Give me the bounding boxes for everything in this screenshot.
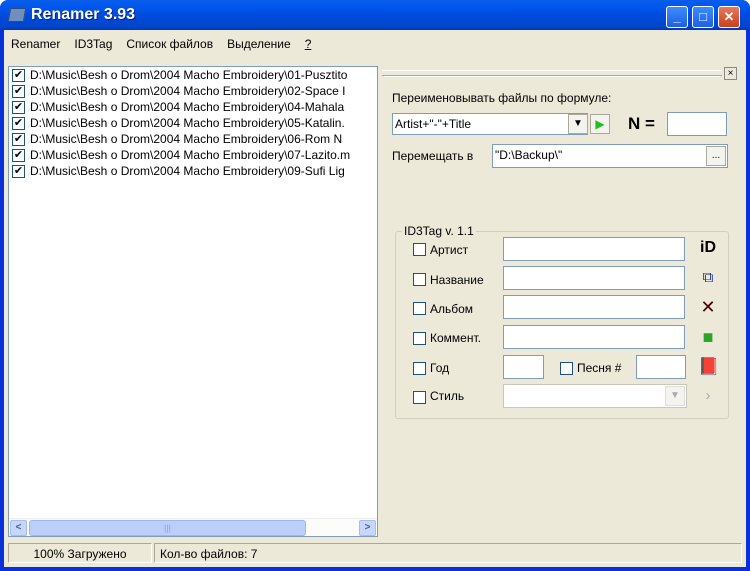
comment-label: Коммент. (430, 331, 481, 345)
year-input[interactable] (503, 355, 544, 379)
formula-combobox[interactable]: Artist+"-"+Title (392, 113, 588, 135)
scroll-thumb[interactable]: ||| (29, 520, 306, 536)
n-label: N = (628, 114, 655, 133)
list-item[interactable]: ✔ D:\Music\Besh o Drom\2004 Macho Embroid… (9, 99, 377, 115)
checkbox-checked[interactable]: ✔ (12, 100, 25, 114)
file-path: D:\Music\Besh o Drom\2004 Macho Embroide… (30, 84, 346, 98)
dropdown-arrow-icon[interactable]: ▼ (568, 114, 588, 134)
menu-bar: Renamer ID3Tag Список файлов Выделение ? (4, 34, 318, 54)
file-path: D:\Music\Besh o Drom\2004 Macho Embroide… (30, 164, 345, 178)
checkbox-checked[interactable]: ✔ (12, 132, 25, 146)
checkbox-checked[interactable]: ✔ (12, 68, 25, 82)
formula-label: Переименовывать файлы по формуле: (392, 91, 612, 105)
maximize-button[interactable]: □ (692, 6, 714, 28)
genre-checkbox[interactable] (413, 391, 426, 404)
list-item[interactable]: ✔ D:\Music\Besh o Drom\2004 Macho Embroid… (9, 115, 377, 131)
list-item[interactable]: ✔ D:\Music\Besh o Drom\2004 Macho Embroid… (9, 67, 377, 83)
file-list[interactable]: ✔ D:\Music\Besh o Drom\2004 Macho Embroid… (8, 66, 378, 537)
close-button[interactable]: ✕ (718, 6, 740, 28)
list-item[interactable]: ✔ D:\Music\Besh o Drom\2004 Macho Embroid… (9, 131, 377, 147)
play-icon[interactable]: ▶ (590, 114, 610, 134)
album-checkbox[interactable] (413, 302, 426, 315)
artist-input[interactable] (503, 237, 685, 261)
track-label: Песня # (577, 361, 622, 375)
list-item[interactable]: ✔ D:\Music\Besh o Drom\2004 Macho Embroid… (9, 147, 377, 163)
title-checkbox[interactable] (413, 273, 426, 286)
file-path: D:\Music\Besh o Drom\2004 Macho Embroide… (30, 132, 343, 146)
file-path: D:\Music\Besh o Drom\2004 Macho Embroide… (30, 116, 345, 130)
move-path-value: "D:\Backup\" (495, 148, 563, 162)
title-input[interactable] (503, 266, 685, 290)
checkbox-checked[interactable]: ✔ (12, 148, 25, 162)
album-input[interactable] (503, 295, 685, 319)
menu-help[interactable]: ? (298, 34, 319, 54)
client-area: Renamer ID3Tag Список файлов Выделение ?… (4, 30, 746, 567)
app-icon (7, 8, 27, 22)
genre-select[interactable] (503, 384, 687, 408)
genre-dropdown-icon[interactable]: ▼ (665, 386, 685, 406)
comment-checkbox[interactable] (413, 332, 426, 345)
id3tag-legend: ID3Tag v. 1.1 (404, 224, 474, 238)
move-path-input[interactable]: "D:\Backup\" (492, 144, 728, 168)
app-window: Renamer 3.93 _ □ ✕ Renamer ID3Tag Список… (0, 0, 750, 571)
horizontal-scrollbar[interactable]: < ||| > (9, 518, 377, 536)
list-item[interactable]: ✔ D:\Music\Besh o Drom\2004 Macho Embroid… (9, 163, 377, 179)
book-icon[interactable]: 📕 (698, 357, 719, 377)
file-path: D:\Music\Besh o Drom\2004 Macho Embroide… (30, 68, 348, 82)
move-label: Перемещать в (392, 149, 474, 163)
artist-checkbox[interactable] (413, 243, 426, 256)
browse-button[interactable]: ... (706, 146, 726, 166)
menu-id3tag[interactable]: ID3Tag (67, 34, 119, 54)
checkbox-checked[interactable]: ✔ (12, 164, 25, 178)
year-checkbox[interactable] (413, 362, 426, 375)
track-checkbox[interactable] (560, 362, 573, 375)
formula-value: Artist+"-"+Title (395, 117, 472, 131)
checkbox-checked[interactable]: ✔ (12, 116, 25, 130)
panel-grip[interactable] (382, 70, 722, 76)
id3-logo-icon[interactable]: iD (698, 238, 718, 258)
title-label: Название (430, 273, 484, 287)
window-title: Renamer 3.93 (31, 6, 136, 23)
status-bar: 100% Загружено Кол-во файлов: 7 (4, 541, 746, 565)
genre-label: Стиль (430, 389, 465, 403)
album-label: Альбом (430, 302, 474, 316)
file-path: D:\Music\Besh o Drom\2004 Macho Embroide… (30, 100, 345, 114)
status-loaded: 100% Загружено (8, 543, 152, 563)
n-input[interactable] (667, 112, 727, 136)
menu-renamer[interactable]: Renamer (4, 34, 67, 54)
panel-close-button[interactable]: × (724, 67, 737, 80)
scroll-left-button[interactable]: < (10, 520, 27, 536)
chevron-right-icon[interactable]: › (698, 386, 718, 406)
green-shape-icon[interactable]: ■ (698, 327, 718, 347)
minimize-button[interactable]: _ (666, 6, 688, 28)
comment-input[interactable] (503, 325, 685, 349)
title-bar[interactable]: Renamer 3.93 _ □ ✕ (0, 0, 750, 30)
checkbox-checked[interactable]: ✔ (12, 84, 25, 98)
right-panel: × Переименовывать файлы по формуле: Arti… (380, 66, 742, 537)
copy-icon[interactable]: ⧉ (698, 268, 718, 288)
artist-label: Артист (430, 243, 469, 257)
menu-selection[interactable]: Выделение (220, 34, 298, 54)
delete-icon[interactable]: ✕ (698, 297, 718, 317)
file-path: D:\Music\Besh o Drom\2004 Macho Embroide… (30, 148, 351, 162)
scroll-right-button[interactable]: > (359, 520, 376, 536)
list-item[interactable]: ✔ D:\Music\Besh o Drom\2004 Macho Embroid… (9, 83, 377, 99)
track-input[interactable] (636, 355, 686, 379)
year-label: Год (430, 361, 450, 375)
menu-file-list[interactable]: Список файлов (119, 34, 220, 54)
status-file-count: Кол-во файлов: 7 (154, 543, 742, 563)
